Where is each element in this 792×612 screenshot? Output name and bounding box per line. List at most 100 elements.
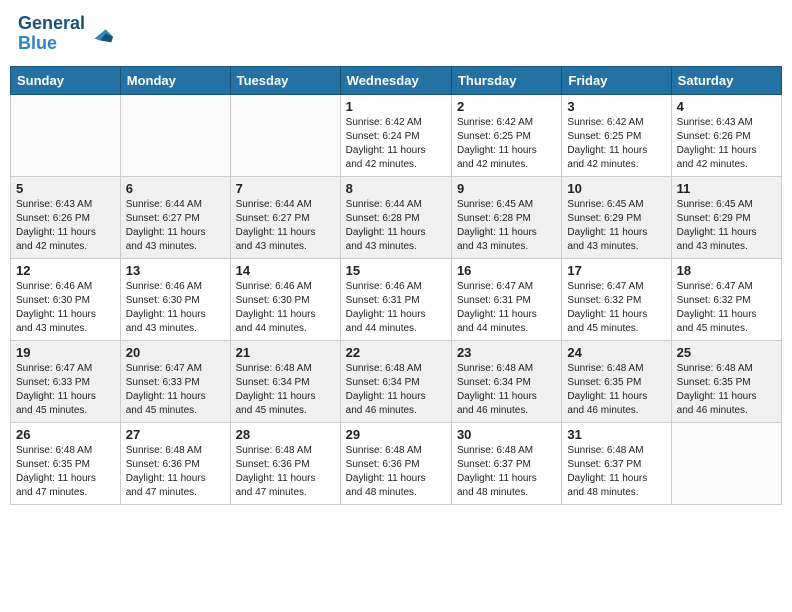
logo-text: GeneralBlue [18, 14, 85, 54]
day-info: Sunrise: 6:44 AM Sunset: 6:28 PM Dayligh… [346, 198, 446, 254]
day-number: 30 [457, 427, 556, 442]
calendar-table: SundayMondayTuesdayWednesdayThursdayFrid… [10, 66, 782, 505]
weekday-header-row: SundayMondayTuesdayWednesdayThursdayFrid… [11, 66, 782, 94]
day-info: Sunrise: 6:48 AM Sunset: 6:37 PM Dayligh… [457, 444, 556, 500]
calendar-cell: 6Sunrise: 6:44 AM Sunset: 6:27 PM Daylig… [120, 176, 230, 258]
calendar-cell: 5 Sunrise: 6:43 AM Sunset: 6:26 PM Daylig… [11, 176, 121, 258]
calendar-cell: 16 Sunrise: 6:47 AM Sunset: 6:31 PM Dayli… [451, 258, 561, 340]
day-number: 29 [346, 427, 446, 442]
calendar-cell: 27 Sunrise: 6:48 AM Sunset: 6:36 PM Dayli… [120, 422, 230, 504]
calendar-cell: 29Sunrise: 6:48 AM Sunset: 6:36 PM Dayli… [340, 422, 451, 504]
calendar-cell [120, 94, 230, 176]
calendar-cell: 8 Sunrise: 6:44 AM Sunset: 6:28 PM Daylig… [340, 176, 451, 258]
day-number: 9 [457, 181, 556, 196]
calendar-cell [230, 94, 340, 176]
day-number: 8 [346, 181, 446, 196]
day-number: 16 [457, 263, 556, 278]
calendar-cell: 14 Sunrise: 6:46 AM Sunset: 6:30 PM Dayli… [230, 258, 340, 340]
weekday-header-monday: Monday [120, 66, 230, 94]
weekday-header-wednesday: Wednesday [340, 66, 451, 94]
day-number: 3 [567, 99, 665, 114]
day-number: 14 [236, 263, 335, 278]
calendar-cell: 3 Sunrise: 6:42 AM Sunset: 6:25 PM Daylig… [562, 94, 671, 176]
weekday-header-sunday: Sunday [11, 66, 121, 94]
calendar-week-2: 5 Sunrise: 6:43 AM Sunset: 6:26 PM Daylig… [11, 176, 782, 258]
calendar-cell: 9 Sunrise: 6:45 AM Sunset: 6:28 PM Daylig… [451, 176, 561, 258]
weekday-header-friday: Friday [562, 66, 671, 94]
calendar-cell: 4 Sunrise: 6:43 AM Sunset: 6:26 PM Daylig… [671, 94, 781, 176]
day-number: 4 [677, 99, 776, 114]
calendar-cell: 28 Sunrise: 6:48 AM Sunset: 6:36 PM Dayli… [230, 422, 340, 504]
calendar-cell: 13Sunrise: 6:46 AM Sunset: 6:30 PM Dayli… [120, 258, 230, 340]
calendar-cell: 25 Sunrise: 6:48 AM Sunset: 6:35 PM Dayli… [671, 340, 781, 422]
day-info: Sunrise: 6:48 AM Sunset: 6:35 PM Dayligh… [677, 362, 776, 418]
day-number: 19 [16, 345, 115, 360]
day-number: 21 [236, 345, 335, 360]
day-info: Sunrise: 6:45 AM Sunset: 6:29 PM Dayligh… [567, 198, 665, 254]
day-info: Sunrise: 6:48 AM Sunset: 6:34 PM Dayligh… [457, 362, 556, 418]
logo: GeneralBlue [18, 14, 115, 54]
day-info: Sunrise: 6:46 AM Sunset: 6:31 PM Dayligh… [346, 280, 446, 336]
day-info: Sunrise: 6:48 AM Sunset: 6:37 PM Dayligh… [567, 444, 665, 500]
day-number: 22 [346, 345, 446, 360]
calendar-cell: 18Sunrise: 6:47 AM Sunset: 6:32 PM Dayli… [671, 258, 781, 340]
calendar-cell: 10 Sunrise: 6:45 AM Sunset: 6:29 PM Dayli… [562, 176, 671, 258]
day-number: 2 [457, 99, 556, 114]
calendar-cell [11, 94, 121, 176]
day-info: Sunrise: 6:48 AM Sunset: 6:36 PM Dayligh… [236, 444, 335, 500]
day-number: 27 [126, 427, 225, 442]
day-info: Sunrise: 6:47 AM Sunset: 6:33 PM Dayligh… [126, 362, 225, 418]
day-info: Sunrise: 6:48 AM Sunset: 6:35 PM Dayligh… [16, 444, 115, 500]
calendar-cell: 15 Sunrise: 6:46 AM Sunset: 6:31 PM Dayli… [340, 258, 451, 340]
day-info: Sunrise: 6:44 AM Sunset: 6:27 PM Dayligh… [126, 198, 225, 254]
calendar-week-5: 26 Sunrise: 6:48 AM Sunset: 6:35 PM Dayli… [11, 422, 782, 504]
day-info: Sunrise: 6:43 AM Sunset: 6:26 PM Dayligh… [16, 198, 115, 254]
calendar-cell [671, 422, 781, 504]
calendar-cell: 26 Sunrise: 6:48 AM Sunset: 6:35 PM Dayli… [11, 422, 121, 504]
day-info: Sunrise: 6:45 AM Sunset: 6:29 PM Dayligh… [677, 198, 776, 254]
day-number: 10 [567, 181, 665, 196]
day-number: 13 [126, 263, 225, 278]
day-number: 15 [346, 263, 446, 278]
calendar-cell: 31Sunrise: 6:48 AM Sunset: 6:37 PM Dayli… [562, 422, 671, 504]
calendar-cell: 24Sunrise: 6:48 AM Sunset: 6:35 PM Dayli… [562, 340, 671, 422]
day-info: Sunrise: 6:47 AM Sunset: 6:31 PM Dayligh… [457, 280, 556, 336]
day-info: Sunrise: 6:42 AM Sunset: 6:25 PM Dayligh… [457, 116, 556, 172]
calendar-cell: 20Sunrise: 6:47 AM Sunset: 6:33 PM Dayli… [120, 340, 230, 422]
calendar-cell: 11 Sunrise: 6:45 AM Sunset: 6:29 PM Dayli… [671, 176, 781, 258]
calendar-cell: 12Sunrise: 6:46 AM Sunset: 6:30 PM Dayli… [11, 258, 121, 340]
calendar-week-3: 12Sunrise: 6:46 AM Sunset: 6:30 PM Dayli… [11, 258, 782, 340]
day-number: 7 [236, 181, 335, 196]
day-info: Sunrise: 6:48 AM Sunset: 6:36 PM Dayligh… [126, 444, 225, 500]
day-info: Sunrise: 6:45 AM Sunset: 6:28 PM Dayligh… [457, 198, 556, 254]
calendar-cell: 22 Sunrise: 6:48 AM Sunset: 6:34 PM Dayli… [340, 340, 451, 422]
day-info: Sunrise: 6:42 AM Sunset: 6:24 PM Dayligh… [346, 116, 446, 172]
day-number: 25 [677, 345, 776, 360]
day-number: 26 [16, 427, 115, 442]
day-info: Sunrise: 6:46 AM Sunset: 6:30 PM Dayligh… [16, 280, 115, 336]
page-header: GeneralBlue [10, 10, 782, 58]
day-number: 23 [457, 345, 556, 360]
calendar-cell: 2 Sunrise: 6:42 AM Sunset: 6:25 PM Daylig… [451, 94, 561, 176]
day-info: Sunrise: 6:48 AM Sunset: 6:34 PM Dayligh… [236, 362, 335, 418]
day-number: 11 [677, 181, 776, 196]
day-number: 5 [16, 181, 115, 196]
day-info: Sunrise: 6:47 AM Sunset: 6:32 PM Dayligh… [567, 280, 665, 336]
day-number: 28 [236, 427, 335, 442]
calendar-cell: 30 Sunrise: 6:48 AM Sunset: 6:37 PM Dayli… [451, 422, 561, 504]
day-info: Sunrise: 6:47 AM Sunset: 6:32 PM Dayligh… [677, 280, 776, 336]
day-number: 1 [346, 99, 446, 114]
day-info: Sunrise: 6:43 AM Sunset: 6:26 PM Dayligh… [677, 116, 776, 172]
day-info: Sunrise: 6:47 AM Sunset: 6:33 PM Dayligh… [16, 362, 115, 418]
weekday-header-tuesday: Tuesday [230, 66, 340, 94]
calendar-week-1: 1 Sunrise: 6:42 AM Sunset: 6:24 PM Daylig… [11, 94, 782, 176]
day-info: Sunrise: 6:48 AM Sunset: 6:34 PM Dayligh… [346, 362, 446, 418]
day-info: Sunrise: 6:46 AM Sunset: 6:30 PM Dayligh… [236, 280, 335, 336]
calendar-cell: 17 Sunrise: 6:47 AM Sunset: 6:32 PM Dayli… [562, 258, 671, 340]
day-number: 24 [567, 345, 665, 360]
day-number: 17 [567, 263, 665, 278]
weekday-header-thursday: Thursday [451, 66, 561, 94]
calendar-cell: 23 Sunrise: 6:48 AM Sunset: 6:34 PM Dayli… [451, 340, 561, 422]
day-info: Sunrise: 6:42 AM Sunset: 6:25 PM Dayligh… [567, 116, 665, 172]
weekday-header-saturday: Saturday [671, 66, 781, 94]
